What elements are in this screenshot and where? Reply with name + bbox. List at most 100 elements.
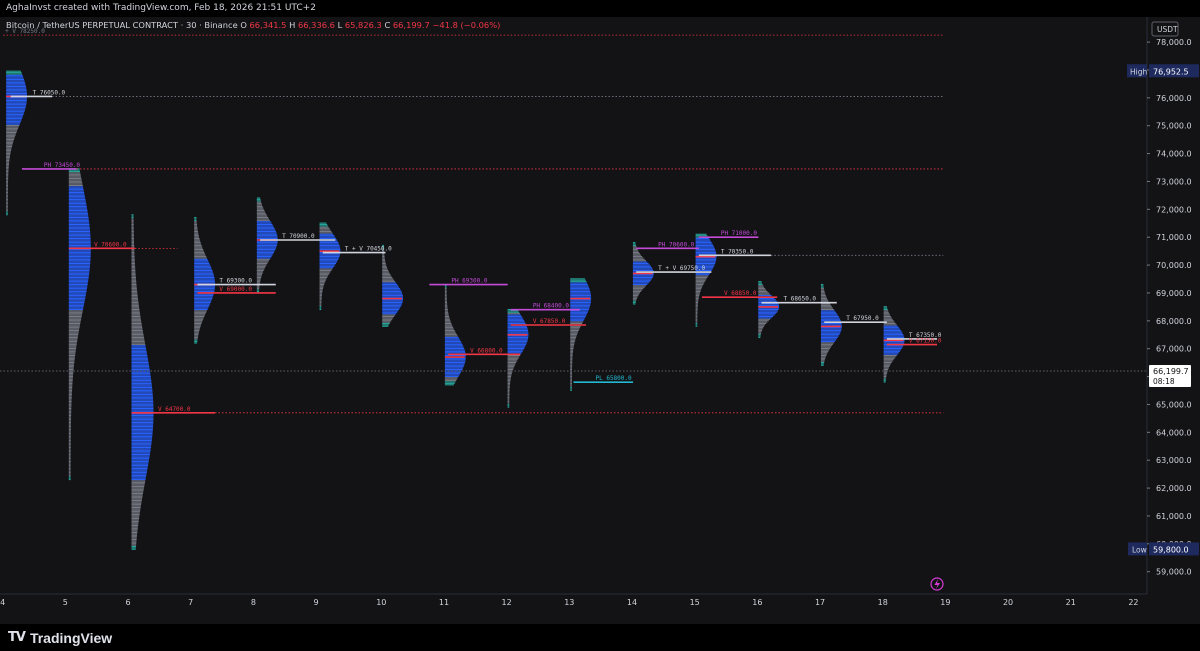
profile-bar — [131, 307, 140, 309]
profile-bar — [6, 108, 26, 110]
profile-bar — [131, 276, 136, 279]
profile-bar — [131, 540, 137, 542]
profile-bar — [820, 308, 834, 311]
profile-bar — [632, 289, 643, 291]
profile-bar — [507, 357, 519, 359]
profile-bar — [507, 327, 528, 329]
profile-bar — [194, 230, 198, 233]
profile-bar — [68, 243, 91, 245]
x-tick-label: 13 — [564, 598, 574, 607]
profile-bar — [6, 112, 25, 114]
profile-bar — [68, 388, 73, 390]
profile-bar — [695, 246, 714, 248]
profile-bar — [131, 239, 134, 241]
profile-bar — [695, 310, 698, 312]
profile-bar — [68, 339, 78, 341]
profile-bar — [194, 317, 204, 319]
profile-bar — [883, 320, 894, 322]
tradingview-logo[interactable]: TV TradingView — [8, 630, 112, 646]
profile-bar — [444, 343, 463, 345]
profile-bar — [883, 378, 886, 380]
profile-bar — [131, 308, 140, 311]
profile-bar — [695, 243, 713, 245]
profile-bar — [570, 349, 574, 351]
profile-bar — [319, 296, 322, 298]
profile-bar — [68, 459, 71, 461]
profile-bar — [382, 264, 387, 266]
chart-canvas[interactable]: Bitcoin / TetherUS PERPETUAL CONTRACT · … — [0, 17, 1200, 624]
profile-bar — [131, 394, 153, 396]
profile-bar — [131, 268, 136, 270]
profile-bar — [194, 251, 205, 253]
profile-bar — [194, 315, 205, 318]
profile-bar — [194, 271, 213, 273]
profile-bar — [131, 272, 136, 274]
profile-bar — [6, 212, 8, 214]
profile-bar — [68, 214, 89, 216]
profile-bar — [131, 476, 147, 478]
profile-bar — [68, 467, 71, 469]
chart-frame[interactable]: Bitcoin / TetherUS PERPETUAL CONTRACT · … — [0, 17, 1200, 624]
profile-bar — [632, 300, 637, 302]
profile-bar — [444, 359, 466, 361]
profile-bar — [444, 339, 461, 341]
profile-bar — [444, 313, 449, 315]
profile-bar — [131, 265, 136, 267]
profile-bar — [820, 331, 841, 333]
profile-bar — [68, 274, 90, 276]
profile-bar — [131, 328, 143, 330]
profile-bar — [695, 261, 716, 263]
profile-bar — [68, 423, 71, 425]
profile-bar — [131, 341, 145, 343]
profile-bar — [632, 290, 642, 292]
profile-bar — [131, 378, 152, 380]
profile-bar — [68, 228, 90, 230]
profile-bar — [758, 282, 762, 284]
profile-bar — [68, 400, 72, 403]
profile-bar — [131, 473, 147, 475]
profile-bar — [6, 152, 11, 154]
profile-bar — [695, 295, 700, 297]
profile-bar — [6, 90, 27, 92]
profile-bar — [68, 444, 71, 446]
profile-bar — [758, 317, 772, 319]
profile-bar — [758, 292, 769, 294]
profile-bar — [131, 271, 136, 273]
profile-bar — [507, 400, 510, 403]
profile-bar — [444, 367, 464, 369]
profile-bar — [256, 285, 260, 287]
profile-bar — [131, 530, 138, 532]
profile-bar — [68, 428, 71, 430]
profile-bar — [695, 322, 698, 325]
profile-bar — [319, 260, 338, 262]
profile-bar — [507, 405, 510, 407]
profile-bar — [632, 296, 638, 298]
profile-bar — [319, 254, 340, 256]
profile-bar — [194, 331, 200, 333]
profile-bar — [695, 297, 699, 299]
profile-bar — [131, 423, 154, 425]
profile-bar — [319, 240, 338, 242]
profile-bar — [68, 363, 75, 365]
profile-bar — [507, 360, 517, 362]
profile-bar — [256, 200, 261, 202]
profile-bar — [382, 278, 394, 280]
profile-bar — [382, 261, 386, 263]
profile-bar — [68, 171, 81, 173]
profile-bar — [758, 299, 776, 301]
profile-bar — [131, 233, 134, 235]
profile-bar — [131, 237, 134, 239]
x-tick-label: 6 — [125, 598, 130, 607]
profile-bar — [444, 311, 449, 313]
profile-bar — [131, 306, 140, 308]
x-tick-label: 4 — [0, 598, 5, 607]
profile-bar — [695, 258, 717, 260]
profile-bar — [194, 250, 204, 252]
profile-bar — [570, 322, 583, 325]
profile-bar — [883, 377, 887, 379]
profile-bar — [6, 145, 12, 148]
profile-bar — [68, 187, 84, 189]
profile-bar — [194, 265, 211, 267]
profile-bar — [131, 256, 135, 258]
profile-bar — [68, 458, 71, 460]
